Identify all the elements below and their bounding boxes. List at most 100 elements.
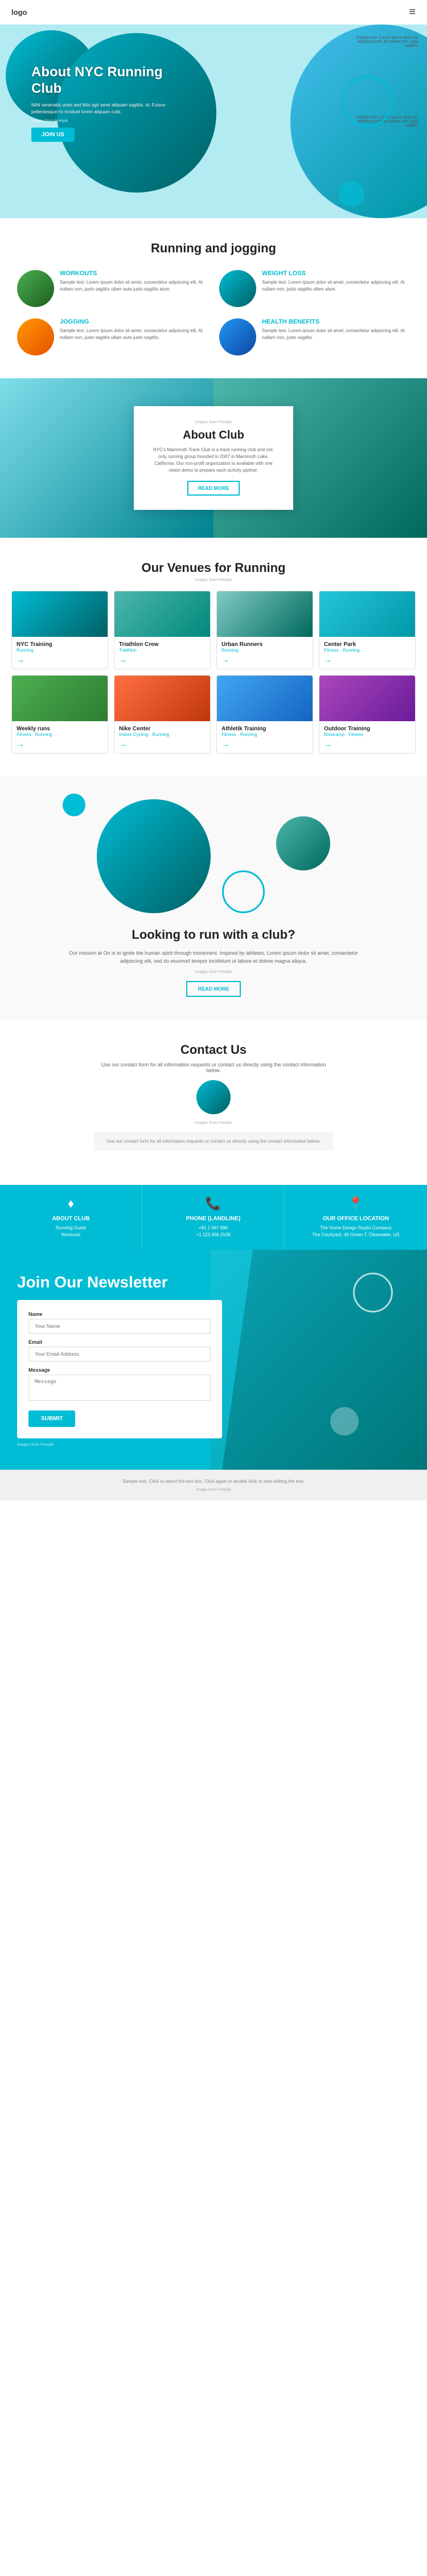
venue-body-7: Outdoor Training Bootcamp · Fitness → <box>319 721 415 753</box>
hero-section: About NYC Running Club Nihil venenatis u… <box>0 24 427 218</box>
run-circle-outline <box>222 870 265 913</box>
submit-button[interactable]: SUBMIT <box>28 1410 75 1427</box>
footer-text: Sample text. Click to select the text bo… <box>17 1478 410 1486</box>
newsletter-title: Join Our Newsletter <box>17 1273 222 1292</box>
contact-card-line2-0: Workouts <box>9 1232 133 1238</box>
about-club-card: Images from Freepik About Club NYC's Mam… <box>134 406 293 510</box>
venue-type-7: Bootcamp · Fitness <box>324 732 410 737</box>
venues-img-source: Images from Freepik <box>11 578 416 582</box>
venue-body-0: NYC Training Running → <box>12 637 108 669</box>
running-title: Running and jogging <box>17 241 410 256</box>
venue-name-4: Weekly runs <box>17 726 103 732</box>
hero-circle-small <box>339 181 364 207</box>
looking-read-more[interactable]: READ MORE <box>186 981 240 997</box>
venue-arrow-7[interactable]: → <box>324 739 410 749</box>
venue-card-3[interactable]: Center Park Fitness · Running → <box>319 591 416 669</box>
contact-desc: Use our contact form for all information… <box>100 1062 327 1073</box>
running-item-health: HEALTH BENEFITS Sample text. Lorem ipsum… <box>219 318 410 355</box>
venue-img-1 <box>114 591 210 637</box>
hero-text-right1: Sample text. Lorem ipsum dolor sit, adip… <box>344 36 418 48</box>
message-label: Message <box>28 1367 211 1373</box>
weight-loss-title: WEIGHT LOSS <box>262 270 410 277</box>
venue-arrow-4[interactable]: → <box>17 739 103 749</box>
venue-type-2: Running <box>221 648 308 653</box>
venue-type-3: Fitness · Running <box>324 648 410 653</box>
contact-card-line2-1: +1 123 456 2106 <box>151 1232 276 1238</box>
looking-img-source: Images from Freepik <box>65 970 362 974</box>
venue-card-2[interactable]: Urban Runners Running → <box>216 591 313 669</box>
run-circles-row <box>17 799 410 913</box>
newsletter-form: Name Email Message SUBMIT <box>17 1300 222 1438</box>
newsletter-section: Join Our Newsletter Name Email Message S… <box>0 1250 427 1470</box>
venue-img-7 <box>319 676 415 721</box>
email-input[interactable] <box>28 1347 211 1361</box>
venue-body-4: Weekly runs Fitness · Running → <box>12 721 108 753</box>
venue-arrow-0[interactable]: → <box>17 655 103 664</box>
venue-card-0[interactable]: NYC Training Running → <box>11 591 108 669</box>
run-circle-small <box>276 816 330 870</box>
running-img-jogging <box>17 318 54 355</box>
contact-card-line1-0: Running Guide <box>9 1225 133 1232</box>
venue-body-3: Center Park Fitness · Running → <box>319 637 415 669</box>
contact-icon-1: 📞 <box>151 1196 276 1211</box>
read-more-button[interactable]: READ MORE <box>187 481 239 496</box>
running-section: Running and jogging WORKOUTS Sample text… <box>0 218 427 378</box>
health-text: Sample text. Lorem ipsum dolor sit amet,… <box>262 328 410 341</box>
venue-type-5: Indoor Cycling · Running <box>119 732 206 737</box>
venue-card-1[interactable]: Triathlon Crew Triathlon → <box>114 591 211 669</box>
contact-card-1: 📞 PHONE (LANDLINE) +91 1 567 890 +1 123 … <box>142 1185 285 1250</box>
hero-title: About NYC Running Club <box>31 64 174 97</box>
venue-name-6: Athletik Training <box>221 726 308 732</box>
run-teal-dot <box>63 794 85 816</box>
venues-title: Our Venues for Running <box>11 561 416 575</box>
venue-arrow-3[interactable]: → <box>324 655 410 664</box>
venue-img-5 <box>114 676 210 721</box>
join-button[interactable]: JOIN US <box>31 128 75 142</box>
contact-form-text: Use our contact form for all information… <box>101 1139 326 1144</box>
name-input[interactable] <box>28 1319 211 1334</box>
looking-section: Looking to run with a club? Our mission … <box>0 776 427 1020</box>
venue-arrow-6[interactable]: → <box>221 739 308 749</box>
message-field-group: Message <box>28 1367 211 1404</box>
about-club-section: Images from Freepik About Club NYC's Mam… <box>0 378 427 538</box>
contact-card-2: 📍 OUR OFFICE LOCATION The Home Design St… <box>285 1185 427 1250</box>
hero-img-source: Images from Freepik <box>31 119 174 123</box>
venue-arrow-2[interactable]: → <box>221 655 308 664</box>
venue-name-5: Nike Center <box>119 726 206 732</box>
venue-body-1: Triathlon Crew Triathlon → <box>114 637 210 669</box>
looking-title: Looking to run with a club? <box>65 927 362 942</box>
venue-card-6[interactable]: Athletik Training Fitness · Running → <box>216 675 313 754</box>
venue-arrow-1[interactable]: → <box>119 655 206 664</box>
contact-card-line2-2: The Courtyard, 45 Green T. Clearwater, U… <box>293 1232 418 1238</box>
message-input[interactable] <box>28 1375 211 1401</box>
venue-name-7: Outdoor Training <box>324 726 410 732</box>
running-img-weight-loss <box>219 270 256 307</box>
venue-img-2 <box>217 591 313 637</box>
running-img-health <box>219 318 256 355</box>
running-text-jogging: JOGGING Sample text. Lorem ipsum dolor s… <box>60 318 208 341</box>
running-text-workouts: WORKOUTS Sample text. Lorem ipsum dolor … <box>60 270 208 293</box>
running-item-workouts: WORKOUTS Sample text. Lorem ipsum dolor … <box>17 270 208 307</box>
venue-type-0: Running <box>17 648 103 653</box>
looking-desc: Our mission at On is to ignite the human… <box>65 949 362 966</box>
contact-form-note: Use our contact form for all information… <box>94 1132 333 1151</box>
jogging-text: Sample text. Lorem ipsum dolor sit amet,… <box>60 328 208 341</box>
about-club-title: About Club <box>151 429 276 442</box>
venue-name-2: Urban Runners <box>221 641 308 648</box>
menu-icon[interactable]: ≡ <box>409 6 416 19</box>
venue-card-7[interactable]: Outdoor Training Bootcamp · Fitness → <box>319 675 416 754</box>
contact-card-title-1: PHONE (LANDLINE) <box>151 1216 276 1222</box>
email-field-group: Email <box>28 1339 211 1361</box>
venue-arrow-5[interactable]: → <box>119 739 206 749</box>
contact-card-title-2: OUR OFFICE LOCATION <box>293 1216 418 1222</box>
hero-description: Nihil venenatis urats sed felis agit ame… <box>31 102 174 116</box>
newsletter-circle-outline <box>353 1273 393 1312</box>
venue-card-5[interactable]: Nike Center Indoor Cycling · Running → <box>114 675 211 754</box>
venue-card-4[interactable]: Weekly runs Fitness · Running → <box>11 675 108 754</box>
venue-body-2: Urban Runners Running → <box>217 637 313 669</box>
running-grid: WORKOUTS Sample text. Lorem ipsum dolor … <box>17 270 410 355</box>
venue-img-6 <box>217 676 313 721</box>
hero-content: About NYC Running Club Nihil venenatis u… <box>31 64 174 142</box>
name-label: Name <box>28 1311 211 1317</box>
contact-card-0: ♦ ABOUT CLUB Running Guide Workouts <box>0 1185 142 1250</box>
